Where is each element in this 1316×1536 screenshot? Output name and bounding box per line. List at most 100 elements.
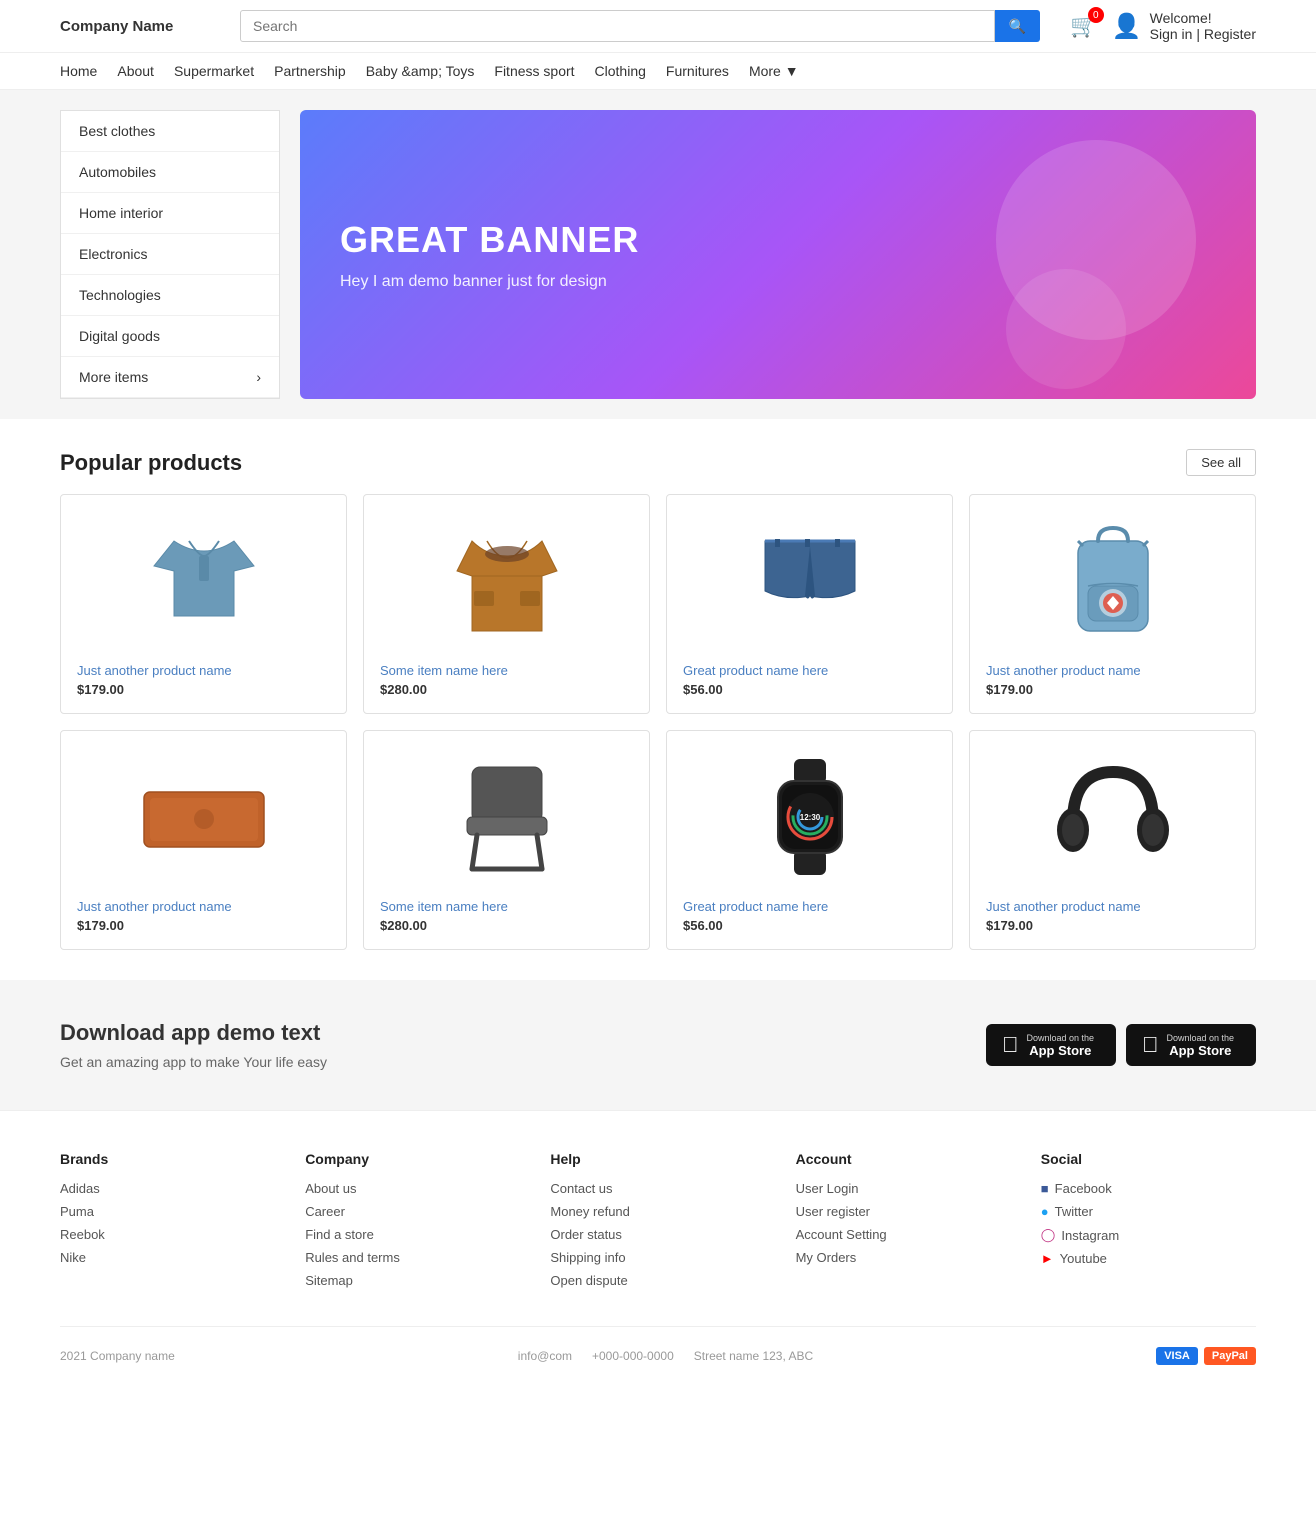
footer-instagram[interactable]: ◯ Instagram <box>1041 1227 1256 1243</box>
twitter-icon: ● <box>1041 1204 1049 1219</box>
svg-text:12:30: 12:30 <box>799 813 820 822</box>
footer-about-us[interactable]: About us <box>305 1181 520 1196</box>
product-name-1: Just another product name <box>77 663 330 678</box>
user-icon: 👤 <box>1112 12 1142 41</box>
product-price-1: $179.00 <box>77 682 330 697</box>
footer-career[interactable]: Career <box>305 1204 520 1219</box>
search-button[interactable]: 🔍 <box>995 10 1040 42</box>
appstore-main-1: App Store <box>1027 1043 1095 1058</box>
see-all-button[interactable]: See all <box>1186 449 1256 476</box>
footer-user-login[interactable]: User Login <box>796 1181 1011 1196</box>
footer-account-setting[interactable]: Account Setting <box>796 1227 1011 1242</box>
instagram-icon: ◯ <box>1041 1227 1056 1243</box>
category-digital-goods[interactable]: Digital goods <box>61 316 279 357</box>
header: Company Name 🔍 🛒 0 👤 Welcome! Sign in | … <box>0 0 1316 53</box>
footer-youtube[interactable]: ► Youtube <box>1041 1251 1256 1266</box>
footer-social: Social ■ Facebook ● Twitter ◯ Instagram … <box>1041 1151 1256 1296</box>
footer-address: Street name 123, ABC <box>694 1349 813 1363</box>
appstore-text-2: Download on the App Store <box>1167 1033 1235 1058</box>
category-technologies[interactable]: Technologies <box>61 275 279 316</box>
signin-link[interactable]: Sign in | Register <box>1150 26 1256 42</box>
footer-open-dispute[interactable]: Open dispute <box>550 1273 765 1288</box>
product-image-7: 12:30 <box>683 747 936 887</box>
category-automobiles[interactable]: Automobiles <box>61 152 279 193</box>
footer-brand-nike[interactable]: Nike <box>60 1250 275 1265</box>
category-electronics[interactable]: Electronics <box>61 234 279 275</box>
laptop-icon <box>134 772 274 862</box>
product-card-4[interactable]: Just another product name $179.00 <box>969 494 1256 714</box>
appstore-button-2[interactable]:  Download on the App Store <box>1126 1024 1256 1066</box>
company-logo: Company Name <box>60 18 240 35</box>
nav-home[interactable]: Home <box>60 63 97 79</box>
footer-contact-us[interactable]: Contact us <box>550 1181 765 1196</box>
nav-partnership[interactable]: Partnership <box>274 63 346 79</box>
nav-fitness[interactable]: Fitness sport <box>494 63 574 79</box>
nav-supermarket[interactable]: Supermarket <box>174 63 254 79</box>
product-price-2: $280.00 <box>380 682 633 697</box>
product-price-8: $179.00 <box>986 918 1239 933</box>
payment-badges: VISA PayPal <box>1156 1347 1256 1365</box>
footer-email: info@com <box>518 1349 572 1363</box>
footer-help-title: Help <box>550 1151 765 1167</box>
headphones-icon <box>1053 762 1173 872</box>
apple-icon:  <box>1002 1032 1019 1058</box>
category-home-interior[interactable]: Home interior <box>61 193 279 234</box>
nav-more[interactable]: More ▼ <box>749 63 799 79</box>
footer-company: Company About us Career Find a store Rul… <box>305 1151 520 1296</box>
hero-section: Best clothes Automobiles Home interior E… <box>0 90 1316 419</box>
product-image-1 <box>77 511 330 651</box>
search-input[interactable] <box>240 10 995 42</box>
backpack-icon <box>1063 516 1163 646</box>
download-section: Download app demo text Get an amazing ap… <box>0 980 1316 1110</box>
popular-products-section: Popular products See all Just another pr… <box>0 419 1316 980</box>
product-card-3[interactable]: Great product name here $56.00 <box>666 494 953 714</box>
footer-my-orders[interactable]: My Orders <box>796 1250 1011 1265</box>
appstore-sub-2: Download on the <box>1167 1033 1235 1043</box>
product-card-2[interactable]: Some item name here $280.00 <box>363 494 650 714</box>
footer-find-store[interactable]: Find a store <box>305 1227 520 1242</box>
footer-user-register[interactable]: User register <box>796 1204 1011 1219</box>
product-image-3 <box>683 511 936 651</box>
footer-order-status[interactable]: Order status <box>550 1227 765 1242</box>
footer-brand-adidas[interactable]: Adidas <box>60 1181 275 1196</box>
category-sidebar: Best clothes Automobiles Home interior E… <box>60 110 280 399</box>
product-name-4: Just another product name <box>986 663 1239 678</box>
shorts-icon <box>750 531 870 631</box>
hero-banner: GREAT BANNER Hey I am demo banner just f… <box>300 110 1256 399</box>
paypal-badge: PayPal <box>1204 1347 1256 1365</box>
appstore-button-1[interactable]:  Download on the App Store <box>986 1024 1116 1066</box>
footer-copyright: 2021 Company name <box>60 1349 175 1363</box>
product-card-5[interactable]: Just another product name $179.00 <box>60 730 347 950</box>
product-card-1[interactable]: Just another product name $179.00 <box>60 494 347 714</box>
nav-furnitures[interactable]: Furnitures <box>666 63 729 79</box>
search-box: 🔍 <box>240 10 1040 42</box>
cart-button[interactable]: 🛒 0 <box>1070 13 1097 39</box>
appstore-sub-1: Download on the <box>1027 1033 1095 1043</box>
footer-money-refund[interactable]: Money refund <box>550 1204 765 1219</box>
footer-social-title: Social <box>1041 1151 1256 1167</box>
footer-facebook[interactable]: ■ Facebook <box>1041 1181 1256 1196</box>
jacket-icon <box>452 516 562 646</box>
product-image-2 <box>380 511 633 651</box>
product-card-7[interactable]: 12:30 Great product name here $56.00 <box>666 730 953 950</box>
nav-clothing[interactable]: Clothing <box>595 63 646 79</box>
footer-twitter[interactable]: ● Twitter <box>1041 1204 1256 1219</box>
smartwatch-icon: 12:30 <box>760 757 860 877</box>
visa-badge: VISA <box>1156 1347 1198 1365</box>
footer-bottom: 2021 Company name info@com +000-000-0000… <box>60 1326 1256 1365</box>
footer-brand-puma[interactable]: Puma <box>60 1204 275 1219</box>
user-area: 👤 Welcome! Sign in | Register <box>1112 10 1256 42</box>
nav-about[interactable]: About <box>117 63 154 79</box>
footer-brand-reebok[interactable]: Reebok <box>60 1227 275 1242</box>
product-card-8[interactable]: Just another product name $179.00 <box>969 730 1256 950</box>
category-best-clothes[interactable]: Best clothes <box>61 111 279 152</box>
nav-baby-toys[interactable]: Baby &amp; Toys <box>366 63 475 79</box>
footer-rules[interactable]: Rules and terms <box>305 1250 520 1265</box>
category-more-items[interactable]: More items › <box>61 357 279 398</box>
footer-brands: Brands Adidas Puma Reebok Nike <box>60 1151 275 1296</box>
footer-sitemap[interactable]: Sitemap <box>305 1273 520 1288</box>
product-name-3: Great product name here <box>683 663 936 678</box>
product-price-3: $56.00 <box>683 682 936 697</box>
footer-shipping-info[interactable]: Shipping info <box>550 1250 765 1265</box>
product-card-6[interactable]: Some item name here $280.00 <box>363 730 650 950</box>
